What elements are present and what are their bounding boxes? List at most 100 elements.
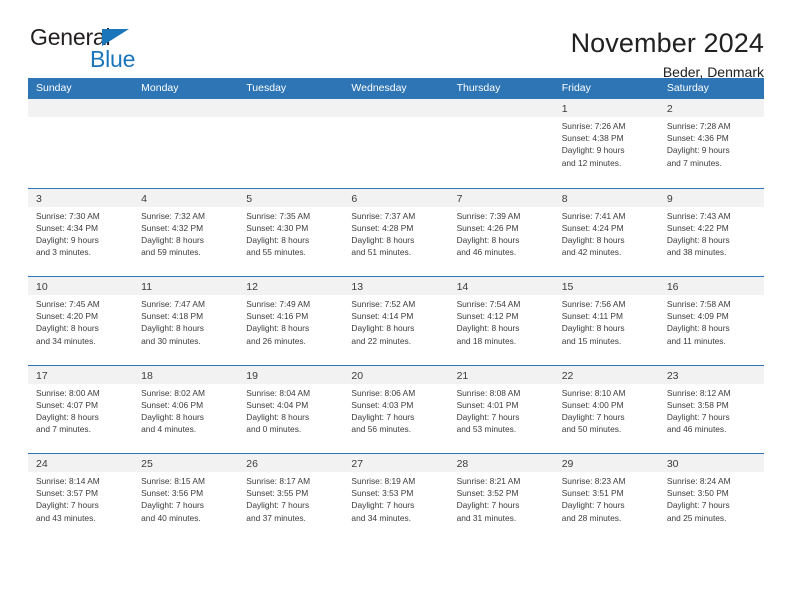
daylight-text-line2: and 46 minutes. bbox=[456, 247, 517, 258]
daylight-text-line2: and 34 minutes. bbox=[36, 335, 96, 346]
day-details: Sunrise: 8:21 AM Sunset: 3:52 PM Daylight:… bbox=[449, 472, 554, 524]
calendar-day-cell[interactable]: 9 Sunrise: 7:43 AM Sunset: 4:22 PM Daylight… bbox=[658, 188, 764, 276]
calendar-day-cell[interactable]: 27 Sunrise: 8:19 AM Sunset: 3:53 PM Dayligh… bbox=[343, 454, 449, 542]
calendar-week-row: 17 Sunrise: 8:00 AM Sunset: 4:07 PM Dayligh… bbox=[28, 364, 764, 453]
daylight-text-line2: and 0 minutes. bbox=[246, 424, 302, 435]
calendar-day-cell-empty bbox=[133, 99, 239, 188]
day-number: 4 bbox=[141, 192, 147, 205]
sunset-text: Sunset: 4:14 PM bbox=[351, 311, 414, 322]
sunset-text: Sunset: 3:50 PM bbox=[666, 488, 729, 499]
calendar-day-cell[interactable]: 5 Sunrise: 7:35 AM Sunset: 4:30 PM Daylight… bbox=[238, 188, 344, 276]
calendar-day-cell[interactable]: 6 Sunrise: 7:37 AM Sunset: 4:28 PM Daylight… bbox=[343, 188, 449, 276]
sunrise-text: Sunrise: 8:15 AM bbox=[141, 476, 205, 486]
calendar-day-cell[interactable]: 2 Sunrise: 7:28 AM Sunset: 4:36 PM Daylight… bbox=[658, 99, 764, 188]
day-details: Sunrise: 7:37 AM Sunset: 4:28 PM Daylight:… bbox=[343, 207, 448, 259]
day-number: 22 bbox=[561, 369, 574, 382]
sunset-text: Sunset: 3:51 PM bbox=[561, 488, 624, 499]
sunrise-text: Sunrise: 7:32 AM bbox=[141, 210, 205, 221]
day-number: 16 bbox=[666, 281, 679, 293]
sunrise-text: Sunrise: 8:21 AM bbox=[456, 476, 521, 486]
day-details: Sunrise: 7:49 AM Sunset: 4:16 PM Daylight:… bbox=[238, 295, 343, 347]
daylight-text-line2: and 7 minutes. bbox=[666, 157, 722, 168]
day-number: 19 bbox=[246, 369, 258, 382]
calendar-day-cell[interactable]: 19 Sunrise: 8:04 AM Sunset: 4:04 PM Dayligh… bbox=[238, 365, 344, 453]
sunrise-text: Sunrise: 7:56 AM bbox=[561, 299, 626, 309]
daylight-text-line2: and 43 minutes. bbox=[36, 512, 96, 523]
sunrise-text: Sunrise: 7:26 AM bbox=[561, 121, 626, 131]
day-number-band: 15 bbox=[553, 277, 659, 295]
calendar-page: General Blue November 2024 Beder, Denmar… bbox=[0, 0, 792, 612]
day-number: 24 bbox=[36, 458, 48, 470]
calendar-day-cell[interactable]: 25 Sunrise: 8:15 AM Sunset: 3:56 PM Dayligh… bbox=[133, 454, 239, 542]
daylight-text-line1: Daylight: 8 hours bbox=[246, 411, 310, 422]
calendar-day-cell[interactable]: 10 Sunrise: 7:45 AM Sunset: 4:20 PM Dayligh… bbox=[28, 277, 134, 365]
day-details: Sunrise: 7:58 AM Sunset: 4:09 PM Daylight:… bbox=[659, 295, 764, 347]
calendar-day-cell[interactable]: 22 Sunrise: 8:10 AM Sunset: 4:00 PM Dayligh… bbox=[553, 365, 659, 453]
weekday-header-sunday: Sunday bbox=[36, 82, 72, 94]
calendar-day-cell[interactable]: 12 Sunrise: 7:49 AM Sunset: 4:16 PM Dayligh… bbox=[238, 277, 344, 365]
calendar-day-cell[interactable]: 21 Sunrise: 8:08 AM Sunset: 4:01 PM Dayligh… bbox=[448, 365, 554, 453]
calendar-day-cell[interactable]: 28 Sunrise: 8:21 AM Sunset: 3:52 PM Dayligh… bbox=[448, 454, 554, 542]
calendar-day-cell[interactable]: 23 Sunrise: 8:12 AM Sunset: 3:58 PM Dayligh… bbox=[658, 365, 764, 453]
daylight-text-line1: Daylight: 7 hours bbox=[666, 411, 730, 422]
calendar-day-cell[interactable]: 16 Sunrise: 7:58 AM Sunset: 4:09 PM Dayligh… bbox=[658, 277, 764, 365]
calendar-day-cell[interactable]: 18 Sunrise: 8:02 AM Sunset: 4:06 PM Dayligh… bbox=[133, 365, 239, 453]
sunset-text: Sunset: 4:11 PM bbox=[561, 311, 623, 322]
sunset-text: Sunset: 4:34 PM bbox=[36, 222, 98, 233]
day-number: 29 bbox=[561, 458, 574, 470]
day-number-band: 22 bbox=[553, 365, 659, 384]
calendar-day-cell[interactable]: 1 Sunrise: 7:26 AM Sunset: 4:38 PM Daylight… bbox=[553, 99, 659, 188]
day-details: Sunrise: 7:56 AM Sunset: 4:11 PM Daylight:… bbox=[554, 295, 659, 347]
weekday-header-wednesday: Wednesday bbox=[351, 82, 407, 94]
day-details: Sunrise: 8:24 AM Sunset: 3:50 PM Daylight:… bbox=[659, 472, 764, 524]
sunrise-text: Sunrise: 7:47 AM bbox=[141, 299, 205, 309]
calendar-day-cell[interactable]: 3 Sunrise: 7:30 AM Sunset: 4:34 PM Daylight… bbox=[28, 188, 134, 276]
sunrise-text: Sunrise: 7:39 AM bbox=[456, 210, 521, 221]
daylight-text-line2: and 42 minutes. bbox=[561, 247, 622, 258]
daylight-text-line2: and 25 minutes. bbox=[666, 512, 727, 523]
calendar-day-cell[interactable]: 15 Sunrise: 7:56 AM Sunset: 4:11 PM Dayligh… bbox=[553, 277, 659, 365]
day-number-band: 26 bbox=[238, 454, 344, 472]
general-blue-logo[interactable]: General Blue bbox=[28, 26, 148, 74]
weekday-header-friday: Friday bbox=[561, 82, 591, 94]
day-number: 18 bbox=[141, 369, 153, 382]
sunrise-text: Sunrise: 8:04 AM bbox=[246, 387, 311, 398]
sunset-text: Sunset: 4:26 PM bbox=[456, 222, 519, 233]
sunrise-text: Sunrise: 8:14 AM bbox=[36, 476, 100, 486]
day-number: 17 bbox=[36, 369, 48, 382]
calendar-day-cell[interactable]: 13 Sunrise: 7:52 AM Sunset: 4:14 PM Dayligh… bbox=[343, 277, 449, 365]
day-number-band: 6 bbox=[343, 188, 449, 207]
sunrise-text: Sunrise: 7:37 AM bbox=[351, 210, 416, 221]
daylight-text-line2: and 38 minutes. bbox=[666, 247, 727, 258]
calendar-day-cell[interactable]: 8 Sunrise: 7:41 AM Sunset: 4:24 PM Daylight… bbox=[553, 188, 659, 276]
weekday-header-saturday: Saturday bbox=[666, 82, 709, 94]
daylight-text-line1: Daylight: 7 hours bbox=[351, 411, 415, 422]
daylight-text-line2: and 26 minutes. bbox=[246, 335, 306, 346]
day-number: 11 bbox=[141, 281, 153, 293]
day-number-band: 20 bbox=[343, 365, 449, 384]
weekday-header-thursday: Thursday bbox=[456, 82, 501, 94]
calendar-day-cell[interactable]: 26 Sunrise: 8:17 AM Sunset: 3:55 PM Dayligh… bbox=[238, 454, 344, 542]
sunset-text: Sunset: 4:38 PM bbox=[561, 133, 624, 144]
calendar-day-cell[interactable]: 20 Sunrise: 8:06 AM Sunset: 4:03 PM Dayligh… bbox=[343, 365, 449, 453]
calendar-day-cell[interactable]: 7 Sunrise: 7:39 AM Sunset: 4:26 PM Daylight… bbox=[448, 188, 554, 276]
calendar-day-cell[interactable]: 29 Sunrise: 8:23 AM Sunset: 3:51 PM Dayligh… bbox=[553, 454, 659, 542]
daylight-text-line2: and 55 minutes. bbox=[246, 247, 306, 258]
calendar-day-cell[interactable]: 30 Sunrise: 8:24 AM Sunset: 3:50 PM Dayligh… bbox=[658, 454, 764, 542]
calendar-day-cell-empty bbox=[238, 99, 344, 188]
calendar-day-cell[interactable]: 4 Sunrise: 7:32 AM Sunset: 4:32 PM Daylight… bbox=[133, 188, 239, 276]
calendar-day-cell[interactable]: 17 Sunrise: 8:00 AM Sunset: 4:07 PM Dayligh… bbox=[28, 365, 134, 453]
sunset-text: Sunset: 4:04 PM bbox=[246, 399, 309, 410]
calendar-week-row: 10 Sunrise: 7:45 AM Sunset: 4:20 PM Dayligh… bbox=[28, 276, 764, 365]
calendar-day-cell[interactable]: 24 Sunrise: 8:14 AM Sunset: 3:57 PM Dayligh… bbox=[28, 454, 134, 542]
day-details: Sunrise: 7:47 AM Sunset: 4:18 PM Daylight:… bbox=[133, 295, 238, 347]
day-number-band: 3 bbox=[28, 188, 134, 207]
day-details: Sunrise: 7:35 AM Sunset: 4:30 PM Daylight:… bbox=[238, 207, 343, 259]
calendar-day-cell[interactable]: 14 Sunrise: 7:54 AM Sunset: 4:12 PM Dayligh… bbox=[448, 277, 554, 365]
day-number: 23 bbox=[666, 369, 679, 382]
day-number: 30 bbox=[666, 458, 679, 470]
calendar-day-cell-empty bbox=[448, 99, 554, 188]
day-details: Sunrise: 8:14 AM Sunset: 3:57 PM Daylight:… bbox=[28, 472, 133, 524]
calendar-day-cell[interactable]: 11 Sunrise: 7:47 AM Sunset: 4:18 PM Dayligh… bbox=[133, 277, 239, 365]
daylight-text-line1: Daylight: 8 hours bbox=[246, 323, 310, 334]
